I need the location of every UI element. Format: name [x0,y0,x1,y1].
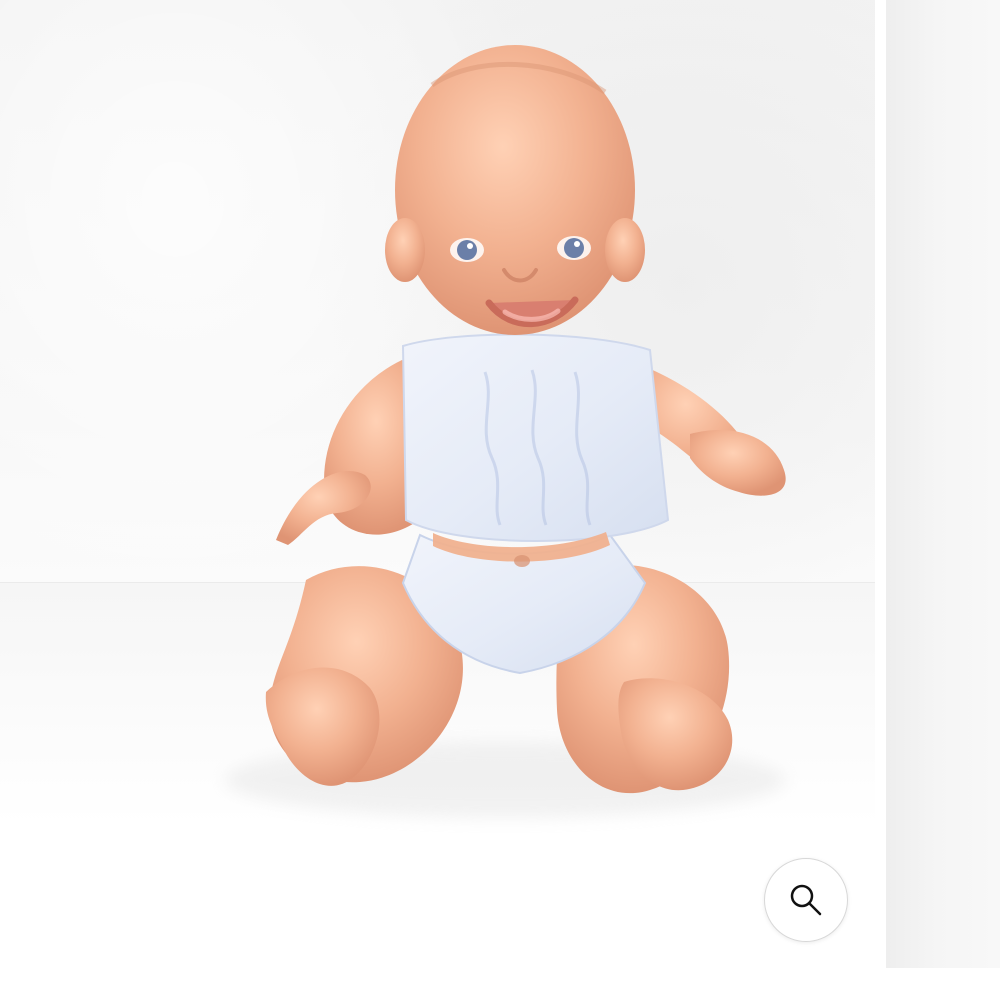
baby-doll-illustration [225,45,786,818]
doll-body [265,45,786,794]
doll-head [385,45,645,335]
left-ear [385,218,425,282]
zoom-button[interactable] [764,858,848,942]
right-hand [690,430,786,496]
right-eye [564,238,584,258]
preview-bottom-space [875,968,1000,1000]
image-viewer [0,0,1000,1000]
belly-button [514,555,530,567]
magnifier-icon [790,884,822,916]
tank-top [401,333,670,542]
right-eye-highlight [574,241,580,247]
left-eye [457,240,477,260]
product-photo [0,0,875,1000]
left-eye-highlight [467,243,473,249]
next-image-preview [886,0,1000,968]
right-ear [605,218,645,282]
